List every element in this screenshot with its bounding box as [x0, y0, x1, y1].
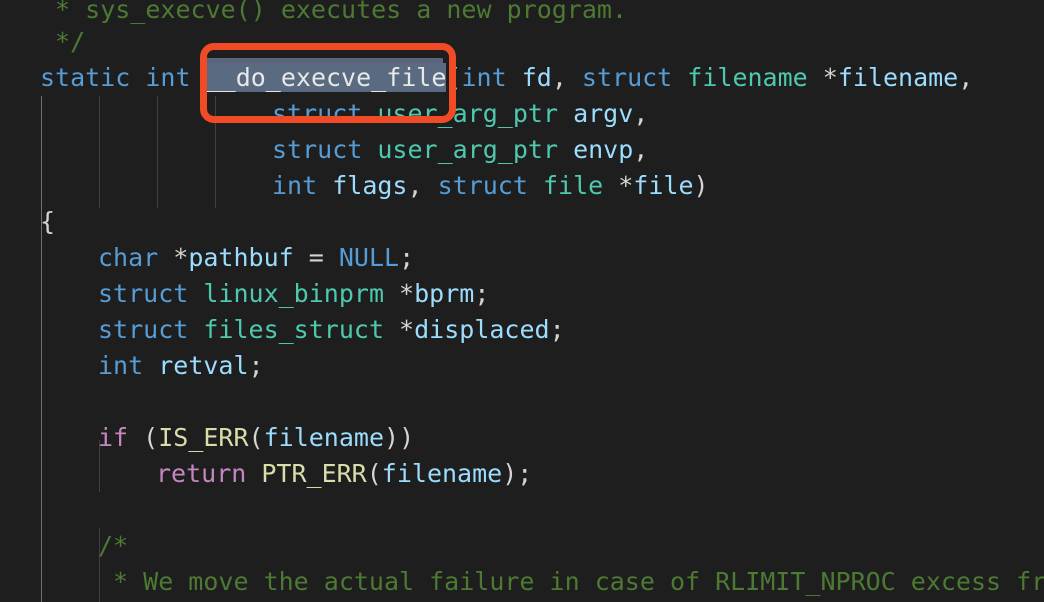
code-token: struct [272, 135, 363, 164]
code-token: ( [248, 423, 264, 452]
code-token: * [158, 243, 189, 272]
code-token: ; [399, 243, 415, 272]
code-line[interactable]: return PTR_ERR(filename); [0, 456, 532, 492]
code-line[interactable] [0, 384, 98, 420]
code-token: * [384, 315, 415, 344]
code-line[interactable]: struct user_arg_ptr argv, [0, 96, 648, 132]
code-token: * [384, 279, 415, 308]
code-token: * We move the actual failure in case of … [98, 567, 1044, 596]
code-token: ; [549, 315, 565, 344]
code-token: IS_ERR [158, 423, 249, 452]
code-token: filename [381, 459, 503, 488]
code-token: int [98, 351, 144, 380]
code-token: struct [98, 315, 189, 344]
code-token: int [461, 63, 507, 92]
code-line[interactable]: if (IS_ERR(filename)) [0, 420, 414, 456]
code-token: user_arg_ptr [377, 99, 558, 128]
code-token: ; [248, 351, 264, 380]
code-token: { [40, 207, 56, 236]
code-line[interactable]: char *pathbuf = NULL; [0, 240, 414, 276]
code-token: */ [40, 27, 86, 56]
code-token: int [272, 171, 318, 200]
code-token: displaced [414, 315, 550, 344]
code-token: * sys_execve() executes a new program. [40, 0, 627, 24]
code-line[interactable]: * sys_execve() executes a new program. [0, 0, 627, 28]
code-token: , [633, 99, 649, 128]
code-token: ( [366, 459, 382, 488]
code-token: retval [158, 351, 249, 380]
code-line[interactable]: static int __do_execve_file(int fd, stru… [0, 60, 973, 96]
code-token: pathbuf [188, 243, 294, 272]
code-token: files_struct [203, 315, 384, 344]
code-token: , [633, 135, 649, 164]
code-editor-screen: * sys_execve() executes a new program. *… [0, 0, 1044, 602]
code-token: envp [573, 135, 634, 164]
code-line[interactable] [0, 492, 98, 528]
code-line[interactable]: struct user_arg_ptr envp, [0, 132, 648, 168]
code-token: bprm [414, 279, 475, 308]
code-token: return [156, 459, 247, 488]
code-token: ; [474, 279, 490, 308]
code-line[interactable]: * We move the actual failure in case of … [0, 564, 1044, 600]
code-token: if [98, 423, 129, 452]
code-token: * [603, 171, 634, 200]
code-token: ) [693, 171, 709, 200]
code-token: ); [502, 459, 533, 488]
code-line[interactable]: /* [0, 528, 128, 564]
code-token: flags [332, 171, 408, 200]
code-token: user_arg_ptr [377, 135, 558, 164]
code-token: ( [128, 423, 159, 452]
code-token: struct [581, 63, 673, 92]
code-token: = [293, 243, 339, 272]
code-token: struct [272, 99, 363, 128]
code-token: )) [384, 423, 415, 452]
code-token: , [407, 171, 438, 200]
code-token: int [145, 63, 191, 92]
code-token: ( [446, 63, 462, 92]
code-token: NULL [338, 243, 400, 272]
code-line[interactable]: { [0, 204, 55, 240]
code-token: , [958, 63, 974, 92]
code-token: file [633, 171, 694, 200]
code-token: filename [837, 63, 959, 92]
code-token: struct [98, 279, 189, 308]
code-line[interactable]: struct files_struct *displaced; [0, 312, 565, 348]
code-token: PTR_ERR [261, 459, 367, 488]
code-token: static [40, 63, 131, 92]
code-line[interactable]: */ [0, 24, 85, 60]
code-token: __do_execve_file [205, 63, 447, 92]
code-token: fd [521, 63, 552, 92]
code-token: filename [687, 63, 808, 92]
code-line[interactable]: int retval; [0, 348, 264, 384]
code-token: /* [98, 531, 129, 560]
code-token: file [542, 171, 604, 200]
code-line[interactable]: struct linux_binprm *bprm; [0, 276, 489, 312]
code-token: linux_binprm [203, 279, 384, 308]
code-token: argv [573, 99, 634, 128]
code-token: char [98, 243, 159, 272]
code-lines-layer[interactable]: * sys_execve() executes a new program. *… [0, 0, 1044, 602]
code-token: filename [263, 423, 385, 452]
code-token: * [807, 63, 838, 92]
code-line[interactable]: int flags, struct file *file) [0, 168, 709, 204]
code-token: , [551, 63, 582, 92]
code-token: struct [437, 171, 528, 200]
